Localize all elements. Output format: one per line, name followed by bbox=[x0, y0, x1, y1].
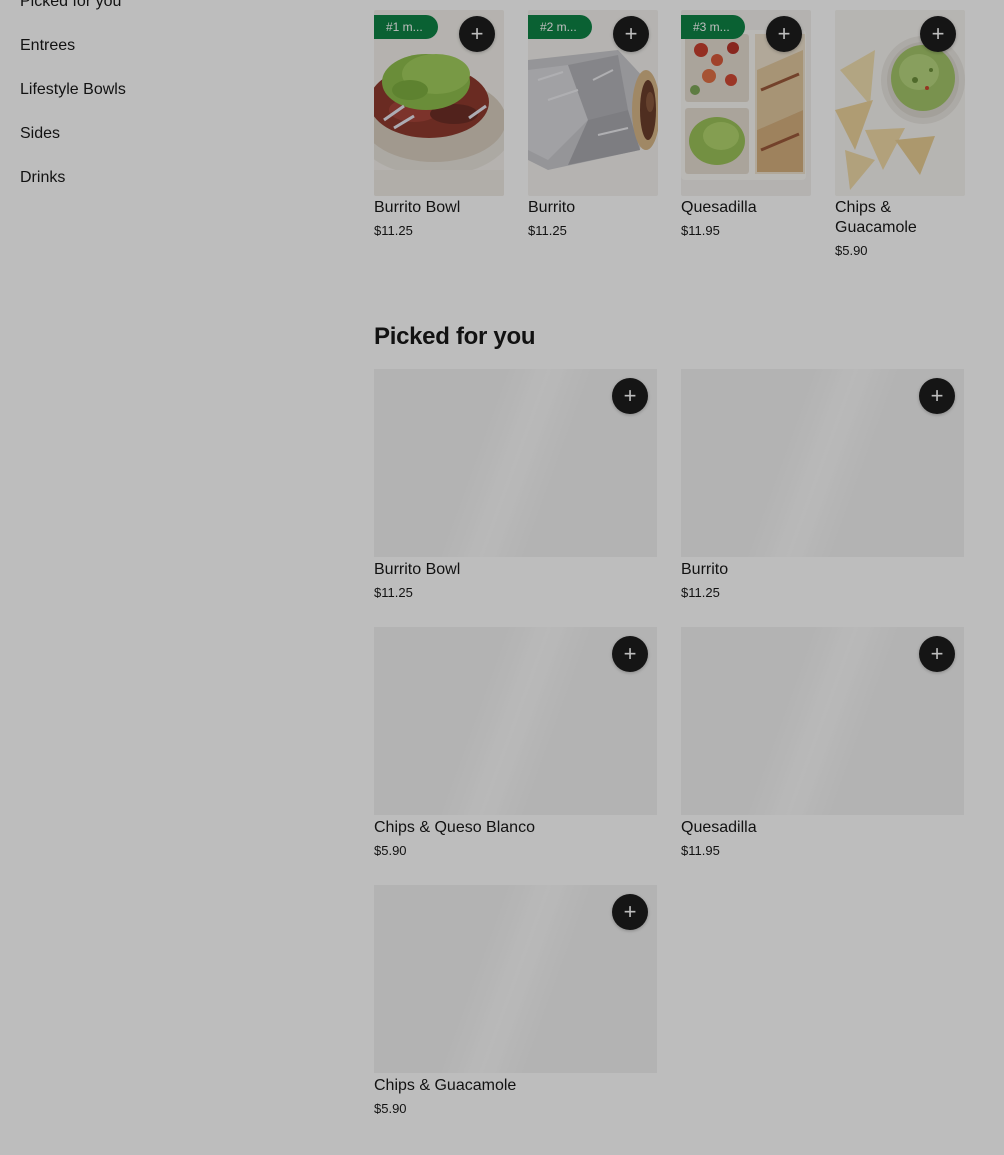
modal-backdrop[interactable] bbox=[0, 0, 1004, 1155]
menu-page: Picked for you Entrees Lifestyle Bowls S… bbox=[0, 0, 1004, 1155]
